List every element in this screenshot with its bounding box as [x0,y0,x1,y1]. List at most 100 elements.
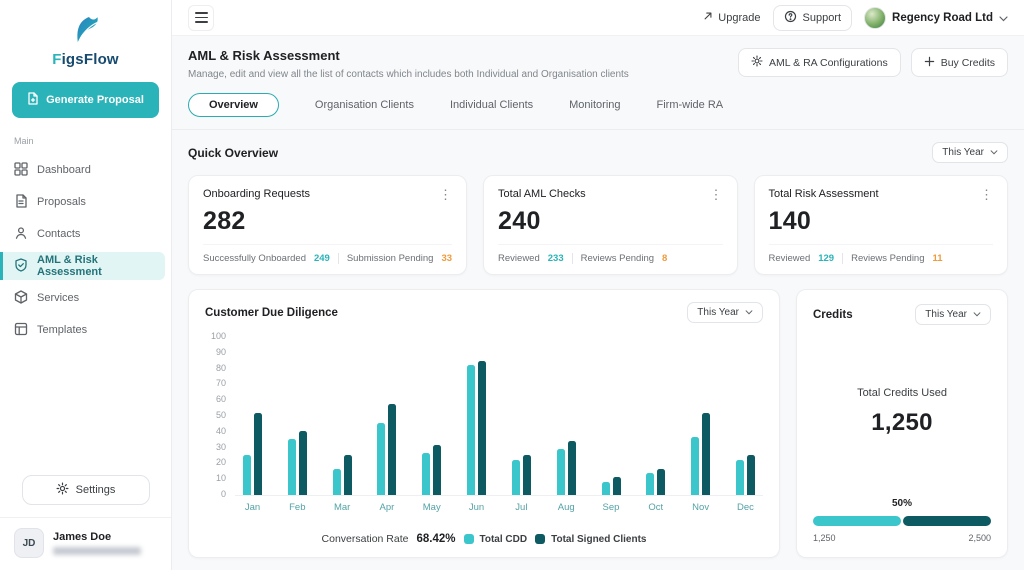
tab-firm-wide-ra[interactable]: Firm-wide RA [657,99,724,111]
quick-overview-period-dropdown[interactable]: This Year [932,142,1008,163]
stat-card-breakdown: Reviewed 233 Reviews Pending 8 [498,244,723,264]
sidebar-item-label: AML & Risk Assessment [37,254,102,278]
bar-group: Nov [691,335,711,513]
stat-card-value: 240 [498,207,541,235]
chart-period-dropdown[interactable]: This Year [687,302,763,323]
tab-overview[interactable]: Overview [188,93,279,117]
legend-label: Total Signed Clients [551,533,647,545]
sidebar-item-contacts[interactable]: Contacts [6,220,165,248]
stat-card-breakdown: Successfully Onboarded 249 Submission Pe… [203,244,453,264]
legend-swatch-signed [535,534,546,544]
gear-icon [56,482,69,498]
bar-group: Dec [735,335,755,513]
document-plus-icon [27,92,39,108]
bar-total-cdd [511,459,520,495]
bar-chart: 100 90 80 70 60 50 40 30 20 10 0 Jan Feb Mar Apr May Ju… [205,331,763,513]
y-tick-label: 10 [215,473,226,484]
bar-group: Jun [467,335,487,513]
bar-total-cdd [287,439,296,495]
stat-cards-row: Onboarding Requests ⋮ 282 Successfully O… [188,175,1008,275]
x-tick-label: Apr [379,502,395,513]
arrow-up-right-icon [703,11,713,24]
sidebar-item-aml-risk-assessment[interactable]: AML & Risk Assessment [0,252,165,280]
bar-total-signed-clients [657,469,666,495]
bar-group: Mar [332,335,352,513]
page-header: AML & Risk Assessment Manage, edit and v… [172,36,1024,130]
y-axis: 100 90 80 70 60 50 40 30 20 10 0 [205,331,235,499]
tab-individual-clients[interactable]: Individual Clients [450,99,533,111]
stat-card-title: Onboarding Requests [203,188,311,200]
bar-total-cdd [422,453,431,495]
stat-card-value: 282 [203,207,246,235]
account-name: Regency Road Ltd [892,11,993,24]
credits-period-dropdown[interactable]: This Year [915,304,991,325]
kebab-menu-icon[interactable]: ⋮ [710,188,723,201]
stat2-value: 8 [662,253,668,264]
sidebar-item-services[interactable]: Services [6,284,165,312]
bar-total-cdd [735,459,744,495]
page-title: AML & Risk Assessment [188,48,340,63]
user-detail-redacted [53,547,141,555]
bar-total-signed-clients [702,413,711,495]
sidebar-item-dashboard[interactable]: Dashboard [6,156,165,184]
dashboard-grid-icon [14,161,28,179]
chevron-down-icon [973,309,981,320]
sidebar-section-label: Main [14,136,34,146]
bar-total-signed-clients [343,455,352,495]
sidebar-item-proposals[interactable]: Proposals [6,188,165,216]
sidebar-item-label: Contacts [37,228,81,240]
stat1-label: Successfully Onboarded [203,253,306,264]
templates-layout-icon [14,322,28,339]
kebab-menu-icon[interactable]: ⋮ [439,188,452,201]
upgrade-button[interactable]: Upgrade [703,11,761,24]
sidebar-item-label: Services [37,292,80,304]
stat1-value: 233 [547,253,564,264]
account-menu[interactable]: Regency Road Ltd [864,6,1008,29]
main-area: Upgrade Support Regency Road Ltd AML & R… [172,0,1024,570]
bar-total-cdd [243,455,251,495]
tab-bar: Overview Organisation Clients Individual… [188,93,1008,117]
support-label: Support [802,11,842,24]
sidebar: FigsFlow Generate Proposal Main Dashboar… [0,0,172,570]
quick-overview-title: Quick Overview [188,145,279,160]
stat2-label: Submission Pending [346,253,434,264]
tab-organisation-clients[interactable]: Organisation Clients [315,99,414,111]
stat2-label: Reviews Pending [580,253,655,264]
bar-group: Jul [511,335,531,513]
bar-total-signed-clients [478,360,487,495]
buy-credits-button[interactable]: Buy Credits [910,48,1008,77]
aml-ra-configurations-button[interactable]: AML & RA Configurations [738,48,901,77]
kebab-menu-icon[interactable]: ⋮ [980,188,993,201]
bar-group: Apr [377,335,397,513]
shield-icon [14,257,28,275]
sidebar-item-templates[interactable]: Templates [6,316,165,344]
progress-min-label: 1,250 [813,533,836,543]
sidebar-item-label: Dashboard [37,164,91,176]
period-value: This Year [697,307,739,318]
bars-area: Jan Feb Mar Apr May Jun Jul Aug Sep Oct Nov Dec [235,335,763,513]
document-icon [14,193,28,211]
stat-divider [571,253,573,264]
stat-divider [337,253,339,264]
settings-button[interactable]: Settings [21,475,150,505]
y-tick-label: 80 [215,362,226,373]
figsflow-logo-icon [69,16,103,49]
y-tick-label: 0 [220,488,226,499]
hamburger-menu-icon[interactable] [188,4,214,31]
support-button[interactable]: Support [772,4,853,31]
user-avatar: JD [14,528,44,558]
generate-proposal-button[interactable]: Generate Proposal [12,82,159,118]
bar-total-cdd [646,472,655,495]
user-profile[interactable]: JD James Doe [0,518,171,560]
bar-total-signed-clients [254,413,262,495]
credits-percent: 50% [891,498,912,509]
stat-card-title: Total Risk Assessment [768,188,879,200]
tab-monitoring[interactable]: Monitoring [569,99,620,111]
x-tick-label: Oct [648,502,664,513]
y-tick-label: 30 [215,441,226,452]
brand-logo[interactable]: FigsFlow [0,16,171,68]
bar-total-signed-clients [433,445,442,495]
x-tick-label: May [422,502,441,513]
aml-ra-configurations-label: AML & RA Configurations [769,56,888,69]
